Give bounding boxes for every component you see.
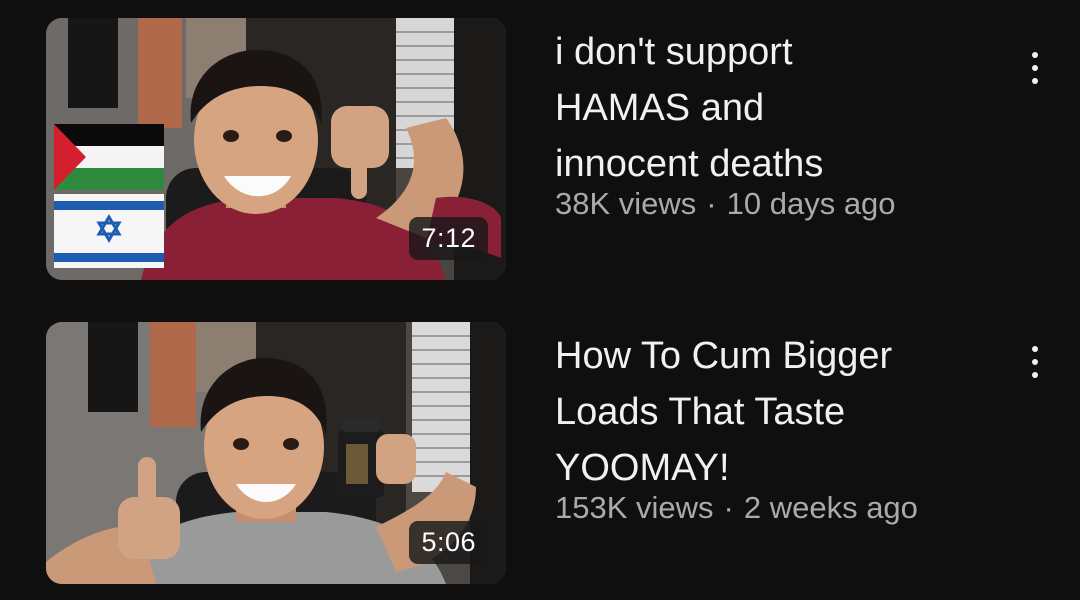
more-vertical-icon[interactable] [1015,40,1055,96]
video-meta: 153K views · 2 weeks ago [555,490,975,526]
video-info[interactable]: How To Cum Bigger Loads That Taste YOOMA… [555,328,975,526]
video-thumbnail[interactable]: 7:12 [46,18,506,280]
video-title[interactable]: How To Cum Bigger Loads That Taste YOOMA… [555,328,975,496]
upload-age: 2 weeks ago [743,490,918,525]
view-count: 153K views [555,490,714,525]
video-title[interactable]: i don't support HAMAS and innocent death… [555,24,975,192]
duration-badge: 5:06 [409,521,488,564]
meta-separator: · [706,186,717,221]
palestine-flag-icon [54,124,164,190]
video-item[interactable]: 5:06 How To Cum Bigger Loads That Taste … [0,322,1080,592]
video-thumbnail[interactable]: 5:06 [46,322,506,584]
more-vertical-icon[interactable] [1015,334,1055,390]
video-meta: 38K views · 10 days ago [555,186,975,222]
upload-age: 10 days ago [726,186,896,221]
israel-flag-icon [54,194,164,268]
meta-separator: · [723,490,734,525]
video-item[interactable]: 7:12 i don't support HAMAS and innocent … [0,18,1080,288]
view-count: 38K views [555,186,697,221]
video-info[interactable]: i don't support HAMAS and innocent death… [555,24,975,222]
duration-badge: 7:12 [409,217,488,260]
